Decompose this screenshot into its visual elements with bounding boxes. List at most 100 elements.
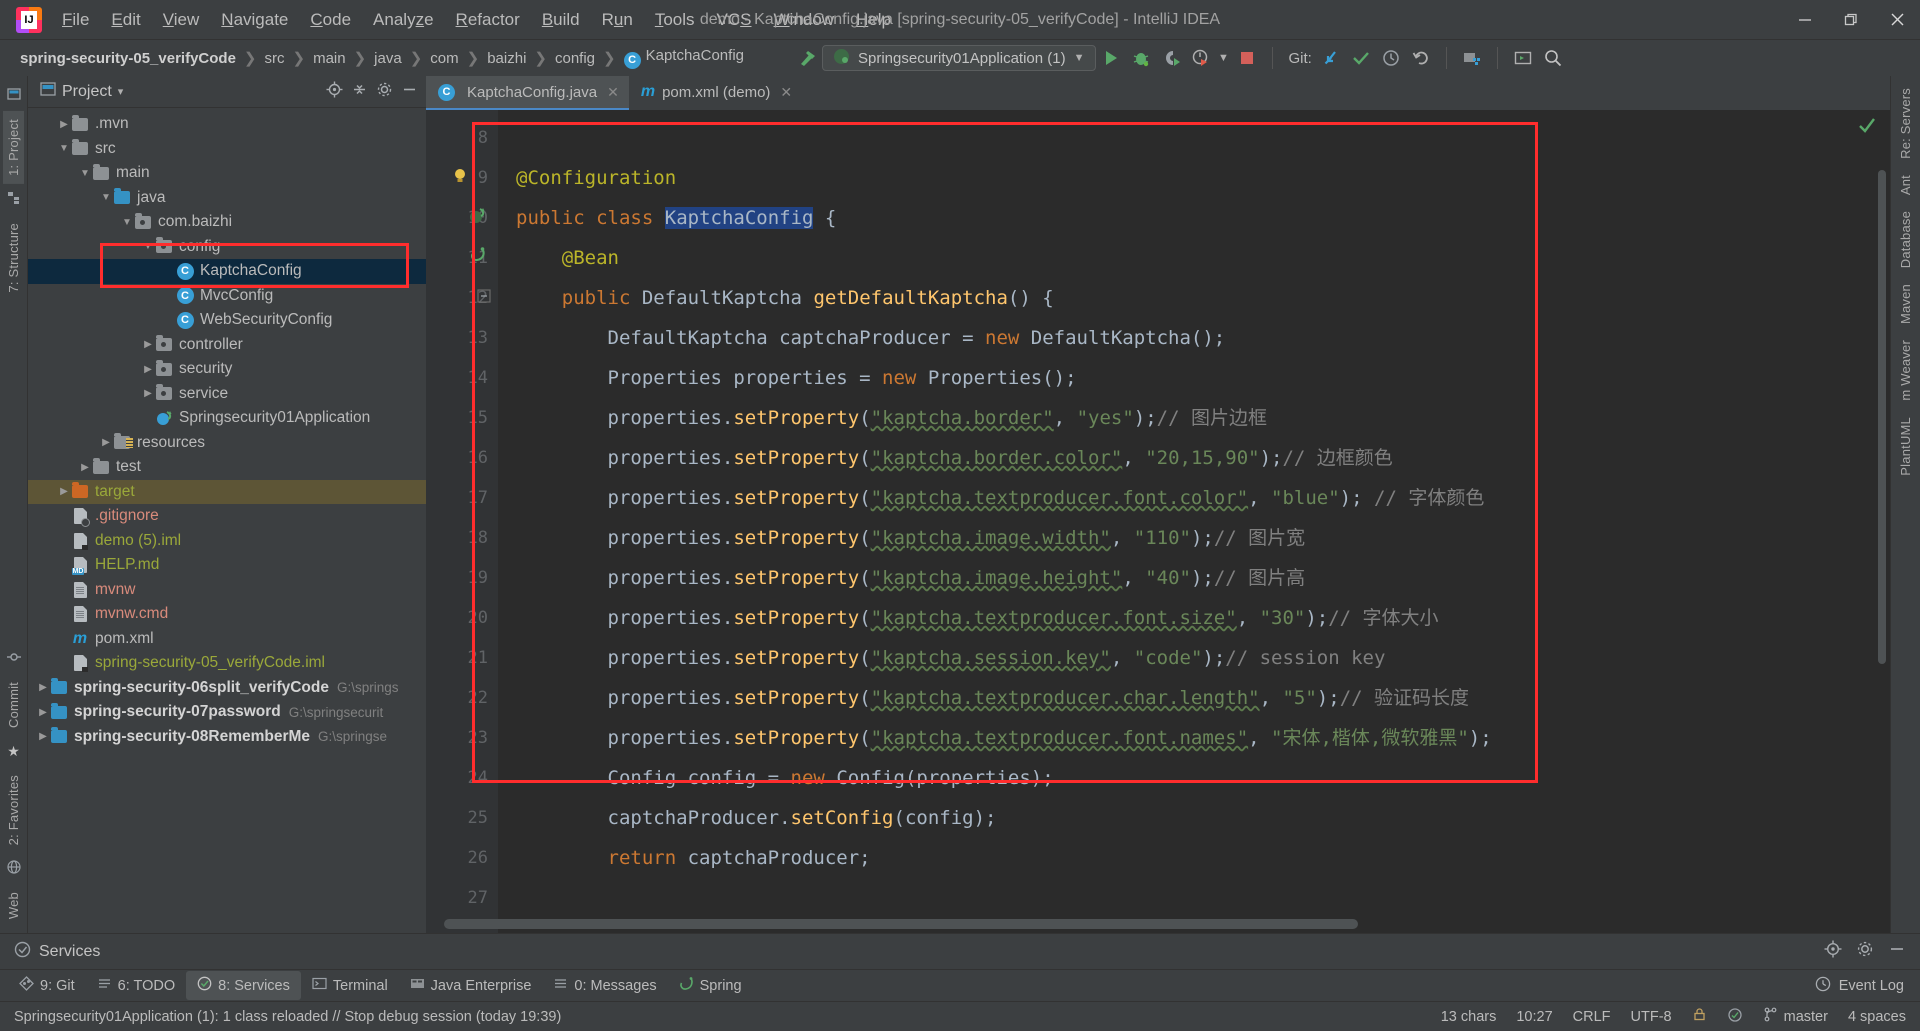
hammer-icon[interactable] <box>792 44 822 72</box>
locate-icon[interactable] <box>326 81 343 103</box>
close-icon[interactable]: ✕ <box>607 84 619 101</box>
rail-tab-favorites[interactable]: 2: Favorites <box>3 767 24 853</box>
rollback-icon[interactable] <box>1406 44 1436 72</box>
tool-window-java-enterprise[interactable]: Java Enterprise <box>399 971 543 1000</box>
chevron-right-icon[interactable]: ▶ <box>141 364 155 375</box>
rail-tab-weaver[interactable]: m Weaver <box>1895 332 1916 409</box>
tree-node-kaptchaconfig[interactable]: ▶C KaptchaConfig <box>28 259 426 284</box>
tree-node-mvn[interactable]: ▶ .mvn <box>28 112 426 137</box>
menu-analyze[interactable]: Analyze <box>363 4 444 36</box>
breadcrumb-com[interactable]: com <box>426 48 462 69</box>
chevron-right-icon[interactable]: ▶ <box>78 462 92 473</box>
commit-rail-icon[interactable] <box>6 650 21 667</box>
tree-node-target[interactable]: ▶ target <box>28 479 426 504</box>
rail-tab-web[interactable]: Web <box>3 884 24 927</box>
chevron-down-icon[interactable]: ▾ <box>118 85 124 98</box>
tree-node-spring-security-06split-verifycode[interactable]: ▶ spring-security-06split_verifyCode G:\sp… <box>28 676 426 701</box>
search-everywhere-icon[interactable] <box>1538 44 1568 72</box>
chevron-down-icon[interactable]: ▼ <box>120 217 134 228</box>
terminal-icon[interactable] <box>1508 44 1538 72</box>
spring-bean-gutter-icon[interactable] <box>468 246 488 266</box>
breadcrumb-baizhi[interactable]: baizhi <box>483 48 530 69</box>
menu-file[interactable]: File <box>52 4 99 36</box>
horizontal-scrollbar[interactable] <box>444 919 1850 929</box>
chevron-right-icon[interactable]: ▶ <box>36 707 50 718</box>
update-project-icon[interactable] <box>1316 44 1346 72</box>
tree-node-mvnw-cmd[interactable]: ▶ mvnw.cmd <box>28 602 426 627</box>
collapse-all-icon[interactable] <box>351 81 368 103</box>
chevron-right-icon[interactable]: ▶ <box>36 682 50 693</box>
tree-node-security[interactable]: ▶ security <box>28 357 426 382</box>
menu-tools[interactable]: Tools <box>645 4 705 36</box>
fold-region-icon[interactable] <box>472 288 492 308</box>
run-with-coverage-icon[interactable] <box>1156 44 1186 72</box>
tool-window-messages[interactable]: 0: Messages <box>542 971 667 1000</box>
tree-node-pom-xml[interactable]: ▶m pom.xml <box>28 627 426 652</box>
menu-view[interactable]: View <box>153 4 210 36</box>
history-icon[interactable] <box>1376 44 1406 72</box>
hide-icon[interactable] <box>1888 940 1906 963</box>
stop-icon[interactable] <box>1232 44 1262 72</box>
chevron-right-icon[interactable]: ▶ <box>36 731 50 742</box>
chevron-right-icon[interactable]: ▶ <box>99 437 113 448</box>
tree-node-mvnw[interactable]: ▶ mvnw <box>28 578 426 603</box>
run-configuration-selector[interactable]: Springsecurity01Application (1) ▼ <box>822 45 1096 71</box>
chevron-down-icon[interactable]: ▼ <box>99 192 113 203</box>
branch-indicator[interactable]: master <box>1763 1007 1828 1026</box>
tree-node-spring-security-05-verifycode-iml[interactable]: ▶ spring-security-05_verifyCode.iml <box>28 651 426 676</box>
menu-code[interactable]: Code <box>300 4 361 36</box>
tree-node-resources[interactable]: ▶ resources <box>28 431 426 456</box>
menu-vcs[interactable]: VCS <box>707 4 762 36</box>
tab-pomxml[interactable]: m pom.xml (demo) ✕ <box>629 76 802 110</box>
profiler-icon[interactable] <box>1186 44 1216 72</box>
rail-tab-project[interactable]: 1: Project <box>3 111 24 184</box>
tree-node-spring-security-07password[interactable]: ▶ spring-security-07password G:\springsecu… <box>28 700 426 725</box>
chevron-down-icon[interactable]: ▼ <box>57 143 71 154</box>
breadcrumb-config[interactable]: config <box>551 48 599 69</box>
menu-navigate[interactable]: Navigate <box>211 4 298 36</box>
menu-window[interactable]: Window <box>764 4 844 36</box>
tree-node-src[interactable]: ▼ src <box>28 137 426 162</box>
vertical-scrollbar[interactable] <box>1878 170 1886 664</box>
tree-node-demo-5-iml[interactable]: ▶ demo (5).iml <box>28 529 426 554</box>
menu-build[interactable]: Build <box>532 4 590 36</box>
tree-node-test[interactable]: ▶ test <box>28 455 426 480</box>
profiler-dropdown-icon[interactable]: ▼ <box>1216 44 1232 72</box>
line-separator[interactable]: CRLF <box>1573 1009 1611 1025</box>
tool-window-terminal[interactable]: Terminal <box>301 971 399 1000</box>
locate-icon[interactable] <box>1824 940 1842 963</box>
tree-node-com-baizhi[interactable]: ▼ com.baizhi <box>28 210 426 235</box>
chevron-down-icon[interactable]: ▼ <box>78 168 92 179</box>
tool-window-services[interactable]: 8: Services <box>186 971 301 1000</box>
tree-node-service[interactable]: ▶ service <box>28 382 426 407</box>
chevron-down-icon[interactable]: ▼ <box>141 241 155 252</box>
tree-node-spring-security-08rememberme[interactable]: ▶ spring-security-08RememberMe G:\springse <box>28 725 426 750</box>
minimize-button[interactable] <box>1782 0 1828 40</box>
tool-window-git[interactable]: 9: Git <box>8 971 86 1000</box>
tree-node-java[interactable]: ▼ java <box>28 186 426 211</box>
rail-tab-database[interactable]: Database <box>1895 203 1916 276</box>
chevron-right-icon[interactable]: ▶ <box>141 388 155 399</box>
tree-node-config[interactable]: ▼ config <box>28 235 426 260</box>
file-encoding[interactable]: UTF-8 <box>1631 1009 1672 1025</box>
tool-window-todo[interactable]: 6: TODO <box>86 971 186 1000</box>
intention-bulb-icon[interactable] <box>450 166 470 191</box>
rail-tab-servers[interactable]: Re: Servers <box>1895 80 1916 167</box>
code-viewport[interactable]: 89101112131415161718192021222324252627 @… <box>426 110 1890 933</box>
breadcrumb-project[interactable]: spring-security-05_verifyCode <box>16 48 240 69</box>
tree-node-springsecurity01application[interactable]: ▶ Springsecurity01Application <box>28 406 426 431</box>
menu-help[interactable]: Help <box>846 4 901 36</box>
indent-setting[interactable]: 4 spaces <box>1848 1009 1906 1025</box>
tree-node-controller[interactable]: ▶ controller <box>28 333 426 358</box>
inspection-status-icon[interactable] <box>1858 116 1876 139</box>
breadcrumb-class[interactable]: C KaptchaConfig <box>620 45 748 71</box>
commit-icon[interactable] <box>1346 44 1376 72</box>
hide-icon[interactable] <box>401 81 418 103</box>
maximize-button[interactable] <box>1828 0 1874 40</box>
rail-tab-plantuml[interactable]: PlantUML <box>1895 409 1916 484</box>
tree-node-mvcconfig[interactable]: ▶C MvcConfig <box>28 284 426 309</box>
settings-icon[interactable] <box>1856 940 1874 963</box>
tree-node-main[interactable]: ▼ main <box>28 161 426 186</box>
chevron-right-icon[interactable]: ▶ <box>57 486 71 497</box>
project-tree[interactable]: ▶.mvn▼src▼main▼java▼com.baizhi▼config▶CK… <box>28 108 426 933</box>
